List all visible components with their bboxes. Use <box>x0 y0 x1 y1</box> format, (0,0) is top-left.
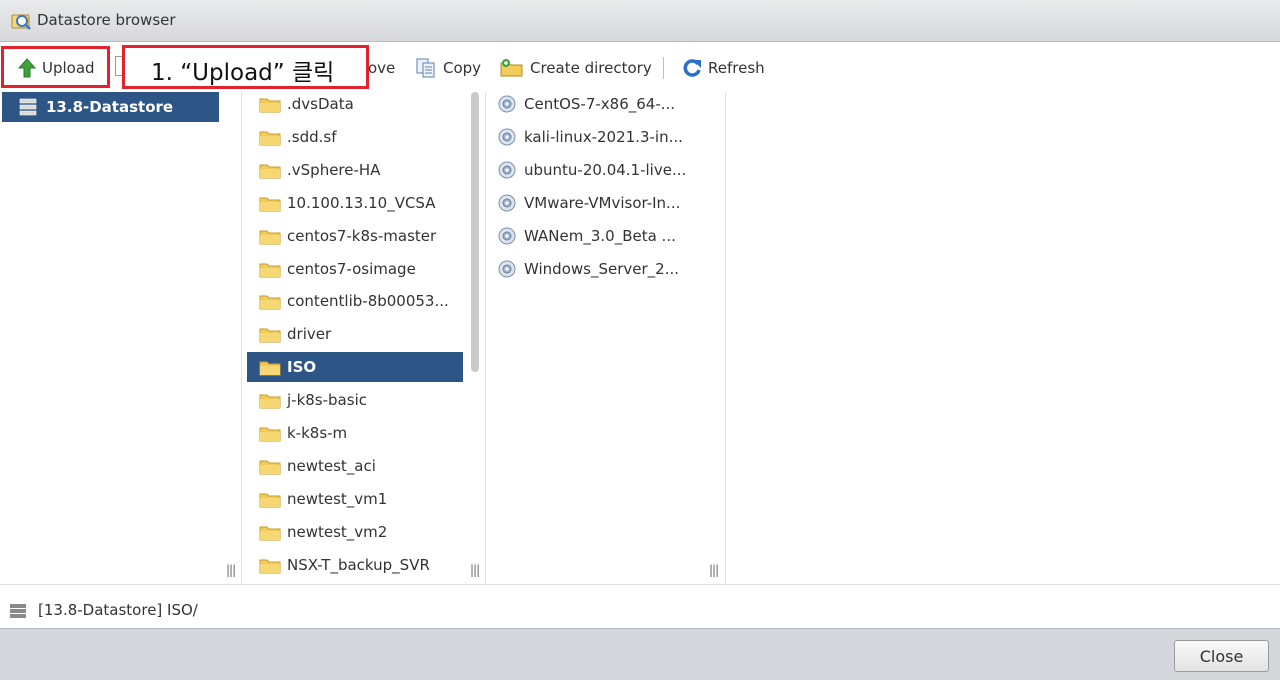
toolbar-separator <box>663 57 664 79</box>
folder-name: .dvsData <box>287 95 354 113</box>
folder-icon <box>259 164 281 179</box>
annotation-callout-text: 1. “Upload” 클릭 <box>151 60 335 86</box>
file-list-pane: CentOS-7-x86_64-... kali-linux-2021.3-in.… <box>486 92 726 584</box>
path-bar: [13.8-Datastore] ISO/ <box>0 584 1280 628</box>
folder-icon <box>259 493 281 508</box>
file-details-pane <box>726 92 1280 584</box>
annotation-highlight-box <box>1 46 110 88</box>
folder-name: driver <box>287 325 332 344</box>
folder-item[interactable]: newtest_vm2 <box>247 517 463 547</box>
datastore-item[interactable]: 13.8-Datastore <box>2 92 219 122</box>
create-directory-button[interactable]: Create directory <box>500 56 652 80</box>
folder-icon <box>259 394 281 409</box>
folder-item[interactable]: .vSphere-HA <box>247 155 463 185</box>
datastore-browser-window: Datastore browser Upload ove Copy Create… <box>0 0 1280 680</box>
disc-image-icon <box>498 128 516 146</box>
folder-name: newtest_vm2 <box>287 522 388 541</box>
datastore-icon <box>10 604 26 618</box>
folder-icon <box>259 427 281 442</box>
folder-icon <box>259 295 281 310</box>
folder-item[interactable]: newtest_aci <box>247 451 463 481</box>
file-item[interactable]: CentOS-7-x86_64-... <box>496 92 716 119</box>
pane-resize-handle[interactable]: ||| <box>226 563 236 577</box>
file-item[interactable]: VMware-VMvisor-In... <box>496 188 716 218</box>
move-button[interactable]: ove <box>368 56 395 80</box>
folder-icon <box>259 361 281 376</box>
folder-name: newtest_vm1 <box>287 489 388 508</box>
folder-item[interactable]: j-k8s-basic <box>247 385 463 415</box>
folder-icon <box>259 559 281 574</box>
datastore-name: 13.8-Datastore <box>46 98 174 116</box>
disc-image-icon <box>498 260 516 277</box>
disc-image-icon <box>498 227 516 245</box>
folder-item[interactable]: 10.100.13.10_VCSA <box>247 188 463 218</box>
pane-resize-handle[interactable]: ||| <box>709 563 719 577</box>
datastore-browser-icon <box>11 11 33 31</box>
folder-icon <box>259 197 281 212</box>
folder-name: ISO <box>287 358 317 377</box>
file-name: WANem_3.0_Beta ... <box>524 226 676 245</box>
folder-item[interactable]: contentlib-8b00053... <box>247 286 463 316</box>
disc-image-icon <box>498 95 516 113</box>
folder-name: centos7-k8s-master <box>287 226 437 245</box>
copy-button[interactable]: Copy <box>415 56 481 80</box>
file-name: VMware-VMvisor-In... <box>524 193 681 212</box>
folder-item[interactable]: NSX-T_backup_SVR <box>247 550 463 580</box>
folder-icon <box>259 263 281 277</box>
folder-item[interactable]: k-k8s-m <box>247 418 463 448</box>
datastore-icon <box>19 98 37 116</box>
folder-name: centos7-osimage <box>287 259 416 278</box>
close-button[interactable]: Close <box>1174 640 1269 672</box>
file-name: ubuntu-20.04.1-live... <box>524 160 687 179</box>
folder-name: NSX-T_backup_SVR <box>287 555 430 574</box>
window-title: Datastore browser <box>37 11 176 29</box>
folder-name: k-k8s-m <box>287 424 348 442</box>
folder-item[interactable]: centos7-k8s-master <box>247 221 463 251</box>
folder-name: newtest_aci <box>287 456 376 475</box>
file-item[interactable]: WANem_3.0_Beta ... <box>496 221 716 251</box>
current-path: [13.8-Datastore] ISO/ <box>38 601 198 619</box>
folder-list-pane: .dvsData .sdd.sf .vSphere-HA 10.100.13.10_V… <box>242 92 486 584</box>
copy-label: Copy <box>443 59 482 77</box>
copy-icon <box>416 58 435 78</box>
title-bar: Datastore browser <box>0 0 1280 42</box>
folder-item[interactable]: .sdd.sf <box>247 122 463 152</box>
folder-item[interactable]: driver <box>247 319 463 349</box>
move-label: ove <box>368 59 396 77</box>
folder-item[interactable]: newtest_vm1 <box>247 484 463 514</box>
folder-item[interactable]: centos7-osimage <box>247 254 463 284</box>
refresh-icon <box>683 59 701 77</box>
folder-icon <box>259 131 281 146</box>
folder-name: 10.100.13.10_VCSA <box>287 193 436 212</box>
folder-item[interactable]: ISO <box>247 352 463 383</box>
refresh-label: Refresh <box>708 59 765 77</box>
refresh-button[interactable]: Refresh <box>682 56 765 80</box>
folder-icon <box>259 526 281 541</box>
file-item[interactable]: ubuntu-20.04.1-live... <box>496 155 716 185</box>
folder-icon <box>259 230 281 245</box>
create-directory-label: Create directory <box>530 59 652 77</box>
folder-icon <box>259 98 281 113</box>
disc-image-icon <box>498 161 516 179</box>
file-item[interactable]: kali-linux-2021.3-in... <box>496 122 716 152</box>
annotation-callout: 1. “Upload” 클릭 <box>122 45 369 89</box>
folder-name: contentlib-8b00053... <box>287 292 449 311</box>
folder-name: .sdd.sf <box>287 127 337 146</box>
folder-item[interactable]: .dvsData <box>247 92 463 119</box>
datastore-list-pane: 13.8-Datastore <box>0 92 242 584</box>
folder-name: .vSphere-HA <box>287 160 381 179</box>
folder-icon <box>259 460 281 475</box>
disc-image-icon <box>498 194 516 212</box>
dialog-footer: Close <box>0 628 1280 680</box>
file-name: kali-linux-2021.3-in... <box>524 127 683 146</box>
folder-list-scrollbar[interactable] <box>471 92 479 372</box>
folder-icon <box>259 328 281 343</box>
file-name: CentOS-7-x86_64-... <box>524 95 676 113</box>
file-name: Windows_Server_2... <box>524 259 679 278</box>
folder-name: j-k8s-basic <box>287 391 367 410</box>
new-folder-icon <box>500 59 523 77</box>
pane-resize-handle[interactable]: ||| <box>470 563 480 577</box>
file-item[interactable]: Windows_Server_2... <box>496 254 716 284</box>
